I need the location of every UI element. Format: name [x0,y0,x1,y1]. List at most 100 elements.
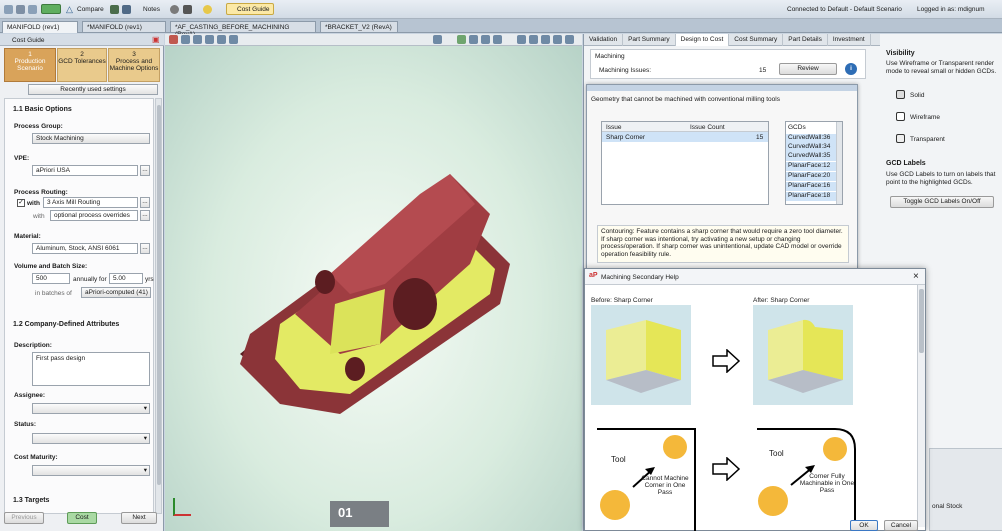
tab-cost-summary[interactable]: Cost Summary [729,34,784,46]
render-mode-icon[interactable] [457,35,466,44]
material-field[interactable]: Aluminum, Stock, ANSI 6061 [32,243,138,254]
tab-validation[interactable]: Validation [584,34,624,46]
override-browse-button[interactable]: ... [140,210,150,221]
list-item[interactable]: CurvedWall:34 [786,143,836,152]
zoom-icon[interactable] [205,35,214,44]
view-cube-icon[interactable] [433,35,442,44]
close-icon[interactable]: × [913,271,919,282]
routing-field[interactable]: 3 Axis Mill Routing [43,197,138,208]
assignee-select[interactable]: ▾ [32,403,150,414]
material-browse-button[interactable]: ... [140,243,150,254]
lighting-icon[interactable] [493,35,502,44]
list-item[interactable]: PlanarFace:12 [786,162,836,171]
doc-tab[interactable]: *BRACKET_V2 (RevA) [320,21,398,33]
step-process-machine-options[interactable]: 3 Process and Machine Options [108,48,160,82]
status-select[interactable]: ▾ [32,433,150,444]
step-production-scenario[interactable]: 1 Production Scenario [4,48,56,82]
wireframe-option[interactable]: Wireframe [910,114,940,121]
tab-design-to-cost[interactable]: Design to Cost [675,34,730,46]
step-gcd-tolerances[interactable]: 2 GCD Tolerances [57,48,107,82]
process-group-select[interactable]: Stock Machining [32,133,150,144]
cost-guide-toolbar-button[interactable]: Cost Guide [226,3,274,15]
gcd-list-scrollbar[interactable] [836,122,842,204]
tab-investment[interactable]: Investment [828,34,871,46]
cost-maturity-select[interactable]: ▾ [32,465,150,476]
list-item[interactable]: PlanarFace:20 [786,172,836,181]
tab-part-details[interactable]: Part Details [783,34,828,46]
ok-button[interactable]: OK [850,520,878,531]
toggle-gcd-labels-label: Toggle GCD Labels On/Off [903,198,981,205]
list-item[interactable]: PlanarFace:18 [786,192,836,201]
transparent-option[interactable]: Transparent [910,136,945,143]
cost-guide-scrollbar[interactable] [155,98,162,514]
measure-icon[interactable] [481,35,490,44]
doc-tab[interactable]: *AF_CASTING_BEFORE_MACHINING (RevA) [170,21,316,38]
batch-size-select[interactable]: aPriori-computed (41) [81,287,151,298]
list-item[interactable]: PlanarFace:16 [786,182,836,191]
pan-icon[interactable] [193,35,202,44]
section-icon[interactable] [469,35,478,44]
vpe-browse-button[interactable]: ... [140,165,150,176]
wireframe-icon[interactable] [896,112,905,121]
description-textarea[interactable]: First pass design [32,352,150,386]
material-value: Aluminum, Stock, ANSI 6061 [36,245,120,252]
cancel-button[interactable]: Cancel [884,520,918,531]
cost-button[interactable]: Cost [67,512,97,524]
batches-of-label: in batches of [35,290,72,297]
cost-icon[interactable] [28,5,37,14]
list-item[interactable]: CurvedWall:36 [786,134,836,143]
previous-button[interactable]: Previous [4,512,44,524]
doc-tab[interactable]: *MANIFOLD (rev1) [82,21,166,33]
close-icon[interactable]: ▣ [152,35,160,44]
compare-button[interactable]: Compare [77,6,104,13]
cost-toolbar-button[interactable] [41,4,61,14]
volume-field[interactable]: 500 [32,273,70,284]
report-icon[interactable] [110,5,119,14]
toggle-gcd-labels-button[interactable]: Toggle GCD Labels On/Off [890,196,994,208]
scrollbar-thumb[interactable] [157,105,161,485]
back-icon[interactable] [4,5,13,14]
zoom-in-icon[interactable] [553,35,562,44]
manifold-3d-model[interactable] [220,154,530,444]
help-dialog-scrollbar[interactable] [917,285,925,527]
next-button[interactable]: Next [121,512,157,524]
stock-label: onal Stock [932,503,963,510]
rotate-icon[interactable] [181,35,190,44]
batch-value: aPriori-computed (41) [85,289,148,296]
routing-checkbox[interactable]: ✓ [17,199,25,207]
recently-used-label: Recently used settings [60,86,126,93]
home-view-icon[interactable] [169,35,178,44]
scrollbar-thumb[interactable] [919,289,924,353]
issue-note: Contouring: Feature contains a sharp cor… [597,225,849,263]
solid-option[interactable]: Solid [910,92,924,99]
tab-part-summary[interactable]: Part Summary [623,34,676,46]
routing-browse-button[interactable]: ... [140,197,150,208]
save-icon[interactable] [16,5,25,14]
solid-icon[interactable] [896,90,905,99]
info-icon[interactable]: i [845,63,857,75]
camera-icon[interactable] [529,35,538,44]
cancel-label: Cancel [890,522,912,529]
table-row[interactable]: Sharp Corner 15 [602,132,768,142]
vpe-field[interactable]: aPriori USA [32,165,138,176]
cost-maturity-label: Cost Maturity: [14,454,58,461]
zoom-out-icon[interactable] [565,35,574,44]
recently-used-dropdown[interactable]: Recently used settings [28,84,158,95]
grid-icon[interactable] [541,35,550,44]
export-icon[interactable] [122,5,131,14]
fit-icon[interactable] [217,35,226,44]
layout-icon[interactable] [517,35,526,44]
compare-icon[interactable]: △ [66,4,73,15]
transparent-icon[interactable] [896,134,905,143]
review-button[interactable]: Review [779,63,837,75]
lightbulb-icon[interactable] [203,5,212,14]
doc-tab[interactable]: MANIFOLD (rev1) [2,21,78,33]
notes-button[interactable]: Notes [143,6,160,13]
routing-override-field[interactable]: optional process overrides [50,210,138,221]
select-icon[interactable] [229,35,238,44]
list-item[interactable]: CurvedWall:35 [786,152,836,161]
settings-icon[interactable] [170,5,179,14]
3d-viewport[interactable]: 01 [165,34,582,531]
binoculars-icon[interactable] [183,5,192,14]
years-field[interactable]: 5.00 [109,273,143,284]
